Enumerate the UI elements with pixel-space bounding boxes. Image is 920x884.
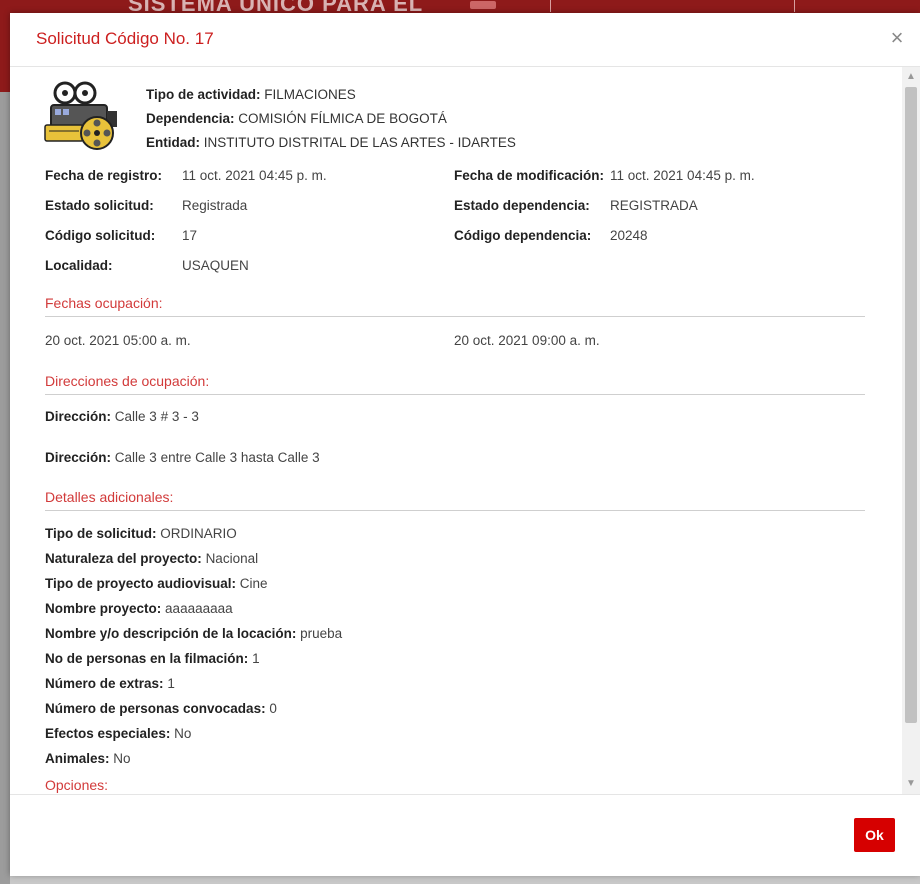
field-label: Estado dependencia: [454,198,590,213]
detail-item: Tipo de solicitud: ORDINARIO [45,526,237,541]
detail-item: No de personas en la filmación: 1 [45,651,260,666]
activity-summary: Tipo de actividad: FILMACIONES Dependenc… [146,83,516,155]
field-label: Dirección: [45,409,112,424]
field-label: Tipo de proyecto audiovisual: [45,576,237,591]
field-value: COMISIÓN FÍLMICA DE BOGOTÁ [238,111,447,126]
field-label: Nombre proyecto: [45,601,162,616]
field-value: 20248 [610,228,648,243]
detail-item: Nombre proyecto: aaaaaaaaa [45,601,233,616]
dialog-content: Tipo de actividad: FILMACIONES Dependenc… [10,67,898,794]
entity-row: Entidad: INSTITUTO DISTRITAL DE LAS ARTE… [146,131,516,155]
detail-item: Efectos especiales: No [45,726,191,741]
dialog-title: Solicitud Código No. 17 [36,29,214,48]
field-label: Fecha de modificación: [454,168,605,183]
field-value: prueba [300,626,343,641]
field-value: No [113,751,131,766]
field-label: Efectos especiales: [45,726,171,741]
field-value: Registrada [182,198,248,213]
field-value: 17 [182,228,198,243]
field-value: Nacional [205,551,259,566]
field-label: Naturaleza del proyecto: [45,551,202,566]
field-label: Entidad: [146,135,200,150]
detail-item: Tipo de proyecto audiovisual: Cine [45,576,268,591]
activity-type-row: Tipo de actividad: FILMACIONES [146,83,516,107]
field-label: Dirección: [45,450,112,465]
occupation-dates-heading: Fechas ocupación: [45,295,865,317]
field-label: Tipo de solicitud: [45,526,157,541]
detail-item: Nombre y/o descripción de la locación: p… [45,626,342,641]
field-value: 1 [252,651,260,666]
detail-item: Número de extras: 1 [45,676,175,691]
additional-details-heading: Detalles adicionales: [45,489,865,511]
field-value: No [174,726,192,741]
background-overlay [0,92,10,884]
film-camera-icon [44,81,117,150]
field-value: 1 [167,676,175,691]
field-value: USAQUEN [182,258,249,273]
occupation-addresses-heading: Direcciones de ocupación: [45,373,865,395]
dialog-body[interactable]: Tipo de actividad: FILMACIONES Dependenc… [10,67,920,794]
field-value: REGISTRADA [610,198,698,213]
field-label: Animales: [45,751,110,766]
field-value: 0 [269,701,277,716]
field-label: Fecha de registro: [45,168,163,183]
field-value: aaaaaaaaa [165,601,233,616]
field-label: No de personas en la filmación: [45,651,249,666]
scroll-up-icon[interactable]: ▲ [902,69,920,85]
address-item: Dirección: Calle 3 entre Calle 3 hasta C… [45,450,320,465]
occupation-start-date: 20 oct. 2021 05:00 a. m. [45,333,191,348]
field-value: Cine [239,576,268,591]
vertical-scrollbar[interactable]: ▲ ▼ [902,67,920,794]
field-label: Dependencia: [146,111,235,126]
detail-item: Naturaleza del proyecto: Nacional [45,551,258,566]
background-divider [550,0,551,12]
background-divider [794,0,795,12]
close-icon[interactable]: × [886,27,908,49]
field-value: ORDINARIO [160,526,237,541]
dependency-row: Dependencia: COMISIÓN FÍLMICA DE BOGOTÁ [146,107,516,131]
field-value: 11 oct. 2021 04:45 p. m. [182,168,327,183]
request-detail-dialog: Solicitud Código No. 17 × Tipo de activi… [10,13,920,876]
dialog-footer: Ok [10,794,920,876]
field-label: Tipo de actividad: [146,87,261,102]
field-label: Localidad: [45,258,113,273]
field-label: Código solicitud: [45,228,156,243]
occupation-end-date: 20 oct. 2021 09:00 a. m. [454,333,600,348]
dialog-header: Solicitud Código No. 17 × [10,13,920,67]
address-item: Dirección: Calle 3 # 3 - 3 [45,409,199,424]
scrollbar-thumb[interactable] [905,87,917,723]
field-value: INSTITUTO DISTRITAL DE LAS ARTES - IDART… [203,135,516,150]
background-logo-icon [470,1,496,9]
options-heading: Opciones: [45,777,109,793]
ok-button[interactable]: Ok [854,818,895,852]
detail-item: Número de personas convocadas: 0 [45,701,277,716]
field-label: Nombre y/o descripción de la locación: [45,626,297,641]
detail-item: Animales: No [45,751,131,766]
field-value: Calle 3 # 3 - 3 [114,409,199,424]
field-label: Número de extras: [45,676,164,691]
field-label: Número de personas convocadas: [45,701,266,716]
field-label: Código dependencia: [454,228,592,243]
field-value: 11 oct. 2021 04:45 p. m. [610,168,755,183]
field-label: Estado solicitud: [45,198,154,213]
field-value: FILMACIONES [264,87,356,102]
scroll-down-icon[interactable]: ▼ [902,776,920,792]
field-value: Calle 3 entre Calle 3 hasta Calle 3 [114,450,320,465]
